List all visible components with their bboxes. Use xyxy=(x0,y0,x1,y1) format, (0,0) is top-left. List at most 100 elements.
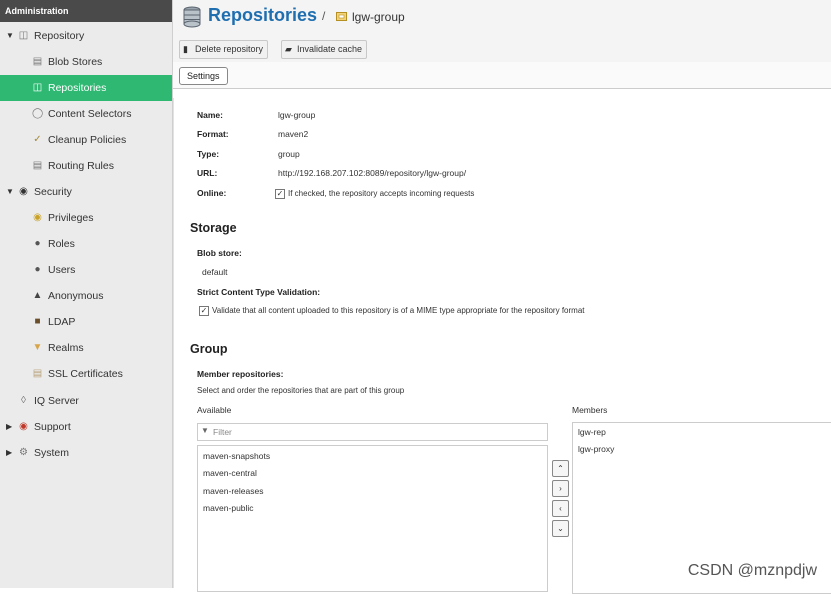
sidebar-item-label: SSL Certificates xyxy=(48,368,123,380)
selector-icon: ◯ xyxy=(32,108,44,119)
available-label: Available xyxy=(197,405,232,415)
available-list: maven-snapshots maven-central maven-rele… xyxy=(197,445,548,592)
caret-down-icon[interactable]: ▼ xyxy=(6,23,14,49)
sidebar-item-roles[interactable]: ● Roles xyxy=(0,231,172,257)
filter-icon: ▼ xyxy=(201,426,209,435)
url-label: URL: xyxy=(197,168,218,178)
sidebar-item-anonymous[interactable]: ▲ Anonymous xyxy=(0,283,172,309)
list-item[interactable]: lgw-rep xyxy=(578,427,606,437)
sidebar-item-label: IQ Server xyxy=(34,395,79,407)
move-down-button[interactable]: ⌄ xyxy=(552,520,569,537)
broom-icon: ✓ xyxy=(33,134,42,145)
sidebar-item-label: Security xyxy=(34,186,72,198)
iq-server-icon: ◊ xyxy=(21,395,26,406)
format-label: Format: xyxy=(197,129,229,139)
format-value: maven2 xyxy=(278,129,309,139)
sidebar-item-repositories[interactable]: ◫ Repositories xyxy=(0,75,172,101)
name-label: Name: xyxy=(197,110,223,120)
group-heading: Group xyxy=(190,342,228,356)
anonymous-user-icon: ▲ xyxy=(32,290,43,301)
sidebar-header: Administration xyxy=(0,0,172,22)
invalidate-cache-button[interactable]: ▰ Invalidate cache xyxy=(281,40,368,59)
sidebar-item-ldap[interactable]: ■ LDAP xyxy=(0,309,172,335)
type-value: group xyxy=(278,149,300,159)
sidebar-item-iq-server[interactable]: ◊ IQ Server xyxy=(0,388,172,414)
name-value: lgw-group xyxy=(278,110,316,120)
sidebar-item-label: Anonymous xyxy=(48,290,104,302)
move-right-button[interactable]: › xyxy=(552,480,569,497)
sidebar-item-label: Repositories xyxy=(48,82,107,94)
list-item[interactable]: lgw-proxy xyxy=(578,444,614,454)
sidebar-item-users[interactable]: ● Users xyxy=(0,257,172,283)
members-label: Members xyxy=(572,405,608,415)
medal-icon: ◉ xyxy=(33,212,42,223)
delete-repository-label: Delete repository xyxy=(195,44,264,54)
breadcrumb-separator: / xyxy=(322,9,326,23)
sidebar-item-label: System xyxy=(34,447,70,459)
main-panel: Repositories / lgw-group ▮ Delete reposi… xyxy=(173,0,831,594)
sidebar-item-realms[interactable]: ▼ Realms xyxy=(0,335,172,361)
tab-settings[interactable]: Settings xyxy=(179,67,228,85)
move-up-button[interactable]: ⌃ xyxy=(552,460,569,477)
sidebar-item-repository[interactable]: ▼ ◫ Repository xyxy=(0,23,172,49)
online-checkbox[interactable]: ✓ xyxy=(275,189,285,199)
sidebar-item-label: LDAP xyxy=(48,316,76,328)
shield-icon: ▼ xyxy=(32,342,43,353)
database-icon: ◫ xyxy=(18,30,29,41)
book-icon: ■ xyxy=(34,316,41,327)
eraser-icon: ▰ xyxy=(285,44,292,54)
list-item[interactable]: maven-public xyxy=(203,503,254,513)
lifebuoy-icon: ◉ xyxy=(19,421,28,432)
sidebar-item-cleanup-policies[interactable]: ✓ Cleanup Policies xyxy=(0,127,172,153)
user-badge-icon: ● xyxy=(34,238,41,249)
strict-validation-checkbox[interactable]: ✓ xyxy=(199,306,209,316)
sidebar-item-label: Support xyxy=(34,421,71,433)
sidebar-item-label: Repository xyxy=(34,30,85,42)
sidebar-item-privileges[interactable]: ◉ Privileges xyxy=(0,205,172,231)
sidebar-item-blob-stores[interactable]: ▤ Blob Stores xyxy=(0,49,172,75)
filter-placeholder: Filter xyxy=(213,427,232,437)
page-title: Repositories xyxy=(208,5,318,25)
certificate-icon: ▤ xyxy=(32,368,43,379)
caret-right-icon[interactable]: ▶ xyxy=(6,440,12,466)
sidebar-item-system[interactable]: ▶ ⚙ System xyxy=(0,440,172,466)
sidebar-item-label: Users xyxy=(48,264,76,276)
member-repositories-help: Select and order the repositories that a… xyxy=(197,386,405,395)
delete-repository-button[interactable]: ▮ Delete repository xyxy=(179,40,269,59)
sidebar-item-support[interactable]: ▶ ◉ Support xyxy=(0,414,172,440)
users-icon: ● xyxy=(34,264,41,275)
sidebar-item-label: Blob Stores xyxy=(48,56,103,68)
move-left-button[interactable]: ‹ xyxy=(552,500,569,517)
sidebar-item-label: Cleanup Policies xyxy=(48,134,127,146)
sidebar-item-content-selectors[interactable]: ◯ Content Selectors xyxy=(0,101,172,127)
list-item[interactable]: maven-snapshots xyxy=(203,451,270,461)
caret-down-icon[interactable]: ▼ xyxy=(6,179,14,205)
blob-store-value: default xyxy=(202,267,228,277)
sidebar-item-label: Roles xyxy=(48,238,75,250)
caret-right-icon[interactable]: ▶ xyxy=(6,414,12,440)
sidebar: Administration ▼ ◫ Repository ▤ Blob Sto… xyxy=(0,0,173,588)
breadcrumb[interactable]: lgw-group xyxy=(352,10,405,24)
sidebar-item-label: Routing Rules xyxy=(48,160,114,172)
url-value: http://192.168.207.102:8089/repository/l… xyxy=(278,168,467,178)
online-label: Online: xyxy=(197,188,227,198)
storage-heading: Storage xyxy=(190,221,237,235)
route-icon: ▤ xyxy=(32,160,43,171)
sidebar-item-ssl-certificates[interactable]: ▤ SSL Certificates xyxy=(0,361,172,387)
hard-drive-icon: ▤ xyxy=(32,56,43,67)
filter-input[interactable]: ▼ Filter xyxy=(197,423,548,441)
sidebar-item-security[interactable]: ▼ ◉ Security xyxy=(0,179,172,205)
gear-icon: ⚙ xyxy=(19,447,28,458)
database-icon: ◫ xyxy=(32,82,43,93)
group-repo-icon xyxy=(336,12,347,21)
online-help: If checked, the repository accepts incom… xyxy=(288,189,475,198)
list-item[interactable]: maven-central xyxy=(203,468,257,478)
sidebar-item-routing-rules[interactable]: ▤ Routing Rules xyxy=(0,153,172,179)
list-item[interactable]: maven-releases xyxy=(203,486,263,496)
type-label: Type: xyxy=(197,149,220,159)
settings-form: Name: lgw-group Format: maven2 Type: gro… xyxy=(173,98,831,594)
invalidate-cache-label: Invalidate cache xyxy=(297,44,363,54)
strict-validation-label: Strict Content Type Validation: xyxy=(197,287,321,297)
sidebar-item-label: Realms xyxy=(48,342,84,354)
member-repositories-label: Member repositories: xyxy=(197,369,284,379)
